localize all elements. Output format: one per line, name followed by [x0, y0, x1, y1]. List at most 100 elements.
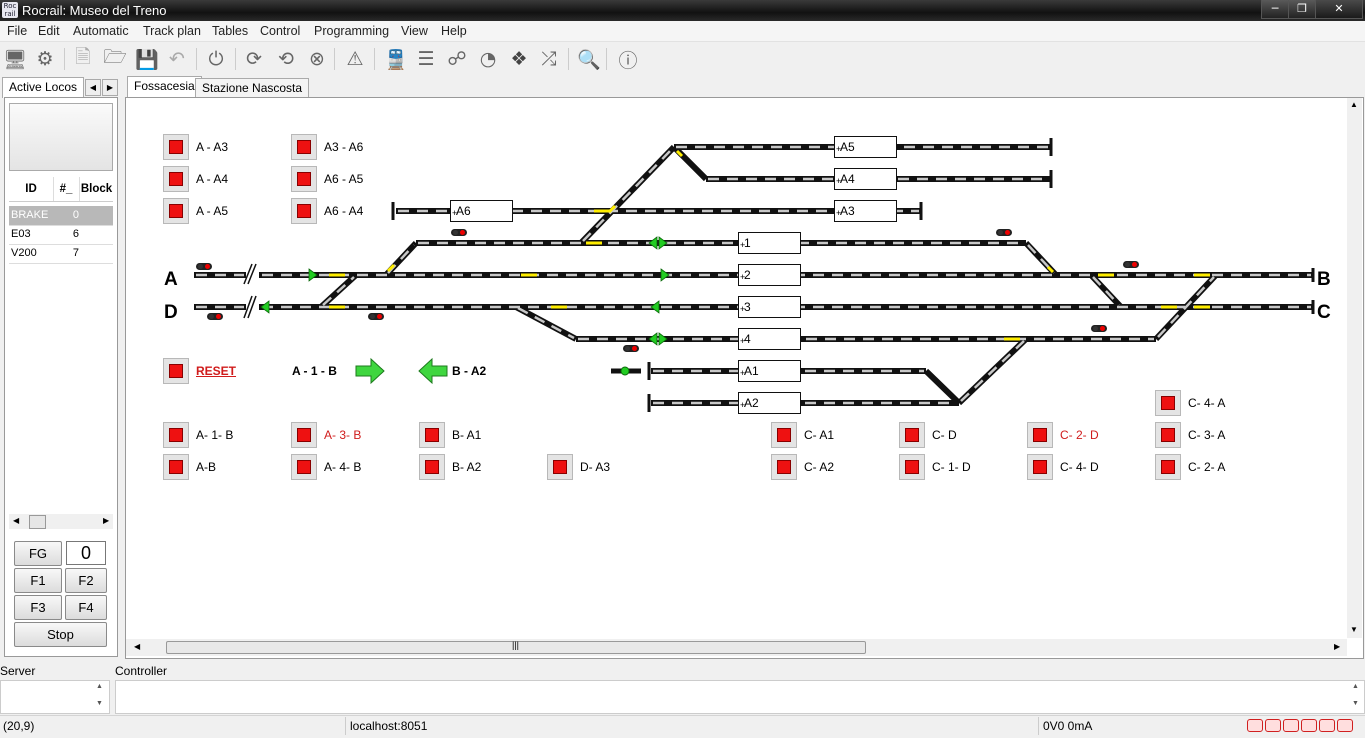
block-a6[interactable]: A6 +: [450, 200, 513, 222]
horizontal-scrollbar[interactable]: ◀ ||| ▶: [126, 639, 1347, 656]
track-plan-canvas[interactable]: A5 + A4 + A6 + A3 + 1 + 2 + 3 + 4 + A1 + A2 + A D …: [125, 97, 1364, 659]
signal-icon[interactable]: [196, 263, 212, 270]
route-button[interactable]: [291, 198, 317, 224]
open-folder-icon[interactable]: 🗁: [102, 46, 128, 72]
f2-button[interactable]: F2: [65, 568, 107, 593]
modules-icon[interactable]: ❖: [506, 46, 532, 72]
f1-button[interactable]: F1: [14, 568, 62, 593]
route-button[interactable]: [1027, 422, 1053, 448]
f3-button[interactable]: F3: [14, 595, 62, 620]
reset-button[interactable]: [163, 358, 189, 384]
server-log[interactable]: ▲ ▼: [0, 680, 110, 714]
rocrail-server-icon[interactable]: 🖥: [2, 46, 28, 72]
route-button[interactable]: [291, 454, 317, 480]
table-row[interactable]: E03 6: [9, 225, 113, 245]
route-label: A - 1 - B: [292, 364, 337, 378]
f4-button[interactable]: F4: [65, 595, 107, 620]
signal-icon[interactable]: [451, 229, 467, 236]
menu-track-plan[interactable]: Track plan: [143, 24, 201, 38]
route-button[interactable]: [899, 454, 925, 480]
col-block[interactable]: Block: [80, 177, 113, 201]
menu-tables[interactable]: Tables: [212, 24, 248, 38]
block-a5[interactable]: A5 +: [834, 136, 897, 158]
turnouts-icon[interactable]: ☍: [444, 46, 470, 72]
signal-icon[interactable]: [996, 229, 1012, 236]
reset-cycle-icon[interactable]: ⟳: [241, 46, 267, 72]
block-a2[interactable]: A2 +: [738, 392, 801, 414]
locomotive-icon[interactable]: 🚆: [383, 46, 409, 72]
route-button[interactable]: [1155, 390, 1181, 416]
block-3[interactable]: 3 +: [738, 296, 801, 318]
restore-icon[interactable]: ❐: [1288, 0, 1316, 19]
stop-button[interactable]: Stop: [14, 622, 107, 647]
route-label: A- 4- B: [324, 460, 362, 474]
horizontal-scrollbar[interactable]: ◀ ▶: [9, 514, 113, 529]
table-row[interactable]: BRAKE 0: [9, 206, 113, 226]
menu-control[interactable]: Control: [260, 24, 300, 38]
col-num[interactable]: #_: [53, 177, 80, 201]
tab-active-locos[interactable]: Active Locos: [2, 77, 85, 98]
settings-gears-icon[interactable]: ⚙: [32, 46, 58, 72]
route-button[interactable]: [163, 422, 189, 448]
route-button[interactable]: [291, 422, 317, 448]
route-button[interactable]: [163, 166, 189, 192]
shuffle-icon[interactable]: ⤮: [536, 46, 562, 72]
route-button[interactable]: [419, 454, 445, 480]
route-button[interactable]: [163, 134, 189, 160]
menu-file[interactable]: File: [7, 24, 27, 38]
signal-icon[interactable]: [207, 313, 223, 320]
block-a4[interactable]: A4 +: [834, 168, 897, 190]
block-a1[interactable]: A1 +: [738, 360, 801, 382]
block-a3[interactable]: A3 +: [834, 200, 897, 222]
new-file-icon[interactable]: 🗎: [70, 46, 96, 72]
menu-automatic[interactable]: Automatic: [73, 24, 129, 38]
fg-button[interactable]: FG: [14, 541, 62, 566]
menu-view[interactable]: View: [401, 24, 428, 38]
controller-log[interactable]: ▲ ▼: [115, 680, 1365, 714]
tab-stazione-nascosta[interactable]: Stazione Nascosta: [195, 78, 310, 97]
tab-fossacesia[interactable]: Fossacesia: [127, 76, 202, 97]
route-button[interactable]: [291, 166, 317, 192]
menu-programming[interactable]: Programming: [314, 24, 389, 38]
route-arrow-right-icon[interactable]: [356, 359, 384, 384]
vertical-scrollbar[interactable]: ▲ ▼: [1347, 98, 1362, 638]
save-icon[interactable]: 💾: [134, 46, 160, 72]
signal-icon[interactable]: [368, 313, 384, 320]
reset-label[interactable]: RESET: [196, 364, 236, 378]
col-id[interactable]: ID: [9, 177, 54, 201]
signal-icon[interactable]: [1123, 261, 1139, 268]
menu-edit[interactable]: Edit: [38, 24, 60, 38]
block-4[interactable]: 4 +: [738, 328, 801, 350]
route-button[interactable]: [291, 134, 317, 160]
switchboard-icon[interactable]: ☰: [413, 46, 439, 72]
stop-circle-icon[interactable]: ⊗: [304, 46, 330, 72]
power-icon[interactable]: ⏻: [203, 46, 229, 72]
route-arrow-left-icon[interactable]: [419, 359, 447, 384]
route-button[interactable]: [419, 422, 445, 448]
zoom-icon[interactable]: 🔍: [576, 46, 602, 72]
info-icon[interactable]: ⓘ: [615, 46, 641, 72]
warning-icon[interactable]: ⚠: [342, 46, 368, 72]
close-icon[interactable]: ✕: [1315, 0, 1363, 19]
tab-scroll-right-icon[interactable]: ▶: [102, 79, 118, 96]
menu-help[interactable]: Help: [441, 24, 467, 38]
route-button[interactable]: [547, 454, 573, 480]
route-button[interactable]: [163, 454, 189, 480]
route-button[interactable]: [771, 454, 797, 480]
route-button[interactable]: [1155, 454, 1181, 480]
table-row[interactable]: V200 7: [9, 244, 113, 264]
route-button[interactable]: [771, 422, 797, 448]
route-button[interactable]: [163, 198, 189, 224]
signal-icon[interactable]: [623, 345, 639, 352]
refresh-icon[interactable]: ⟲: [273, 46, 299, 72]
tab-scroll-left-icon[interactable]: ◀: [85, 79, 101, 96]
signal-icon[interactable]: [1091, 325, 1107, 332]
speedometer-icon[interactable]: ◔: [475, 46, 501, 72]
minimize-icon[interactable]: ─: [1261, 0, 1289, 19]
undo-icon[interactable]: ↶: [164, 46, 190, 72]
route-button[interactable]: [1027, 454, 1053, 480]
block-1[interactable]: 1 +: [738, 232, 801, 254]
route-button[interactable]: [1155, 422, 1181, 448]
route-button[interactable]: [899, 422, 925, 448]
block-2[interactable]: 2 +: [738, 264, 801, 286]
